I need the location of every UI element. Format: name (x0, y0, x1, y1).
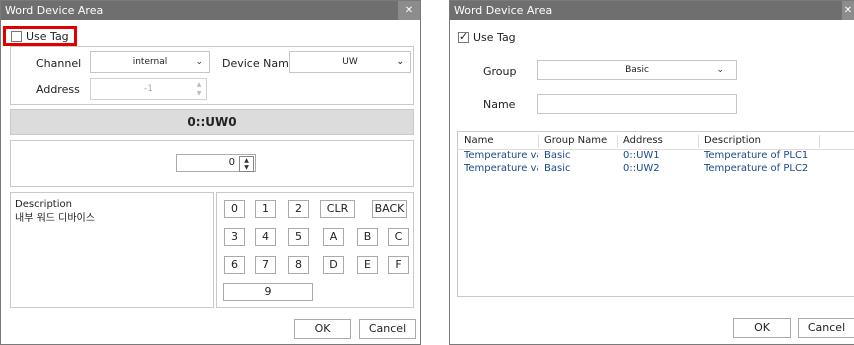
cell-group: Basic (544, 150, 571, 161)
right-cancel-button[interactable]: Cancel (798, 318, 854, 338)
chevron-down-icon: ⌄ (716, 65, 724, 75)
key-1[interactable]: 1 (255, 200, 276, 218)
right-title-bar: Word Device Area ✕ (450, 1, 854, 20)
left-close-button[interactable]: ✕ (398, 1, 420, 20)
cell-description: Temperature of PLC2 (704, 163, 809, 174)
name-label: Name (483, 98, 516, 111)
address-value: -1 (144, 84, 153, 94)
cell-group: Basic (544, 163, 571, 174)
right-ok-button[interactable]: OK (733, 318, 791, 338)
left-dialog-title: Word Device Area (5, 4, 104, 17)
address-label: Address (36, 83, 80, 96)
key-d[interactable]: D (323, 256, 344, 274)
col-separator (617, 135, 618, 148)
col-separator (698, 135, 699, 148)
address-display: 0::UW0 (10, 109, 414, 135)
col-address[interactable]: Address (623, 135, 663, 146)
close-icon: ✕ (843, 5, 853, 16)
key-0[interactable]: 0 (224, 200, 245, 218)
col-name[interactable]: Name (464, 135, 494, 146)
tag-table-header: Name Group Name Address Description (457, 133, 854, 150)
stepper-arrows-icon: ▲ ▼ (196, 81, 202, 97)
value-input-text: 0 (228, 157, 235, 168)
key-6[interactable]: 6 (224, 256, 245, 274)
key-4[interactable]: 4 (255, 228, 276, 246)
group-label: Group (483, 65, 517, 78)
right-dialog-title: Word Device Area (454, 4, 553, 17)
address-display-text: 0::UW0 (187, 115, 237, 129)
key-e[interactable]: E (357, 256, 378, 274)
chevron-down-icon: ⌄ (195, 57, 203, 67)
key-2[interactable]: 2 (288, 200, 309, 218)
device-name-label: Device Name (222, 57, 296, 70)
description-text: 내부 워드 디바이스 (15, 213, 95, 224)
checkbox-icon (11, 31, 22, 42)
chevron-down-icon: ⌄ (396, 57, 404, 67)
group-value: Basic (625, 65, 649, 75)
device-name-value: UW (342, 57, 358, 67)
right-use-tag-checkbox[interactable]: Use Tag (458, 30, 516, 44)
value-input[interactable]: 0 ▲ ▼ (176, 154, 256, 172)
key-c[interactable]: C (388, 228, 409, 246)
left-cancel-button[interactable]: Cancel (359, 319, 416, 339)
key-7[interactable]: 7 (255, 256, 276, 274)
key-b[interactable]: B (357, 228, 378, 246)
col-separator (819, 135, 820, 148)
cell-name: Temperature va (464, 150, 538, 161)
channel-label: Channel (36, 57, 82, 70)
col-group-name[interactable]: Group Name (544, 135, 607, 146)
key-a[interactable]: A (323, 228, 344, 246)
address-stepper[interactable]: -1 ▲ ▼ (90, 78, 207, 100)
key-back[interactable]: BACK (372, 200, 407, 218)
group-combo[interactable]: Basic ⌄ (537, 60, 737, 80)
key-f[interactable]: F (388, 256, 409, 274)
cell-address: 0::UW1 (623, 150, 660, 161)
right-close-button[interactable]: ✕ (842, 1, 854, 20)
col-description[interactable]: Description (704, 135, 761, 146)
device-name-combo[interactable]: UW ⌄ (289, 51, 411, 73)
left-ok-button[interactable]: OK (294, 319, 351, 339)
use-tag-label: Use Tag (473, 31, 516, 44)
key-5[interactable]: 5 (288, 228, 309, 246)
cell-name: Temperature va (464, 163, 538, 174)
left-dialog: Word Device Area ✕ Use Tag Channel inter… (0, 0, 421, 345)
close-icon: ✕ (404, 5, 414, 16)
cell-address: 0::UW2 (623, 163, 660, 174)
spin-arrows-icon: ▲ ▼ (239, 156, 254, 172)
left-use-tag-checkbox[interactable]: Use Tag (11, 30, 69, 43)
key-clr[interactable]: CLR (320, 200, 355, 218)
name-input[interactable] (537, 94, 737, 114)
table-row[interactable]: Temperature va Basic 0::UW1 Temperature … (457, 150, 854, 163)
key-9[interactable]: 9 (223, 283, 313, 301)
table-row[interactable]: Temperature va Basic 0::UW2 Temperature … (457, 163, 854, 176)
key-8[interactable]: 8 (288, 256, 309, 274)
checkbox-checked-icon (458, 30, 469, 43)
key-3[interactable]: 3 (224, 228, 245, 246)
left-title-bar: Word Device Area ✕ (1, 1, 420, 20)
use-tag-label: Use Tag (26, 30, 69, 43)
channel-value: internal (132, 57, 168, 67)
channel-combo[interactable]: internal ⌄ (90, 51, 210, 73)
cell-description: Temperature of PLC1 (704, 150, 809, 161)
col-separator (538, 135, 539, 148)
